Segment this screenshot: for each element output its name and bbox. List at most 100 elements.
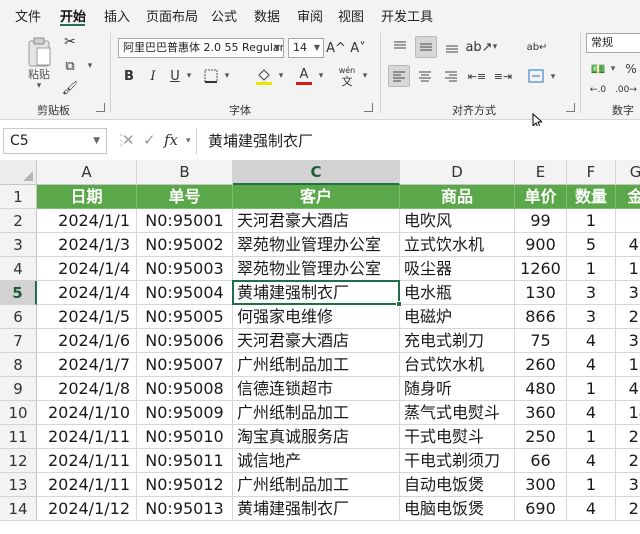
wrap-text-icon[interactable]: ab↵ xyxy=(526,36,548,58)
column-header-g[interactable]: G xyxy=(616,160,640,185)
row-header-6[interactable]: 6 xyxy=(0,305,37,329)
table-cell[interactable]: N0:95010 xyxy=(137,425,233,449)
name-box[interactable]: C5 ▼ xyxy=(3,128,107,154)
table-cell[interactable]: 何强家电维修 xyxy=(233,305,400,329)
table-cell[interactable]: 淘宝真诚服务店 xyxy=(233,425,400,449)
table-cell[interactable]: 2024/1/4 xyxy=(37,281,137,305)
table-cell[interactable]: 14 xyxy=(616,401,640,425)
align-top-icon[interactable] xyxy=(390,37,410,57)
accounting-dropdown-icon[interactable]: ▾ xyxy=(608,62,618,76)
table-cell[interactable]: 75 xyxy=(515,329,567,353)
table-cell[interactable]: 2024/1/7 xyxy=(37,353,137,377)
tab-data[interactable]: 数据 xyxy=(254,6,280,25)
row-header-7[interactable]: 7 xyxy=(0,329,37,353)
orientation-dropdown-icon[interactable]: ▾ xyxy=(490,40,500,54)
grow-font-icon[interactable]: A^ xyxy=(326,39,346,57)
table-cell[interactable]: 866 xyxy=(515,305,567,329)
shrink-font-icon[interactable]: A˅ xyxy=(350,39,366,57)
row-header-12[interactable]: 12 xyxy=(0,449,37,473)
table-cell[interactable]: 黄埔建强制衣厂 xyxy=(233,497,400,521)
fill-handle[interactable] xyxy=(396,301,402,307)
table-cell[interactable]: 电水瓶 xyxy=(400,281,515,305)
table-cell[interactable]: N0:95004 xyxy=(137,281,233,305)
increase-decimal-icon[interactable]: ←.0 xyxy=(586,81,610,99)
table-cell[interactable]: 2024/1/5 xyxy=(37,305,137,329)
tab-insert[interactable]: 插入 xyxy=(104,6,130,25)
table-cell[interactable]: 1 xyxy=(567,209,616,233)
underline-dropdown-icon[interactable]: ▾ xyxy=(184,69,194,83)
table-cell[interactable]: N0:95002 xyxy=(137,233,233,257)
table-cell[interactable]: 翠苑物业管理办公室 xyxy=(233,257,400,281)
table-cell[interactable]: N0:95001 xyxy=(137,209,233,233)
column-header-f[interactable]: F xyxy=(567,160,616,185)
borders-icon[interactable] xyxy=(202,67,220,85)
align-left-icon[interactable] xyxy=(388,65,410,87)
table-cell[interactable]: N0:95012 xyxy=(137,473,233,497)
phonetic-dropdown-icon[interactable]: ▾ xyxy=(360,69,370,83)
enter-icon[interactable]: ✓ xyxy=(143,131,156,149)
align-right-icon[interactable] xyxy=(441,66,461,86)
table-cell[interactable]: 自动电饭煲 xyxy=(400,473,515,497)
table-cell[interactable]: 2024/1/1 xyxy=(37,209,137,233)
font-launcher-icon[interactable] xyxy=(364,103,373,112)
table-cell[interactable]: 27 xyxy=(616,497,640,521)
table-cell[interactable]: 1 xyxy=(567,377,616,401)
table-cell[interactable]: 干电式剃须刀 xyxy=(400,449,515,473)
cancel-icon[interactable]: ✕ xyxy=(122,131,135,149)
row-header-3[interactable]: 3 xyxy=(0,233,37,257)
copy-icon[interactable]: ⧉ xyxy=(60,57,80,75)
table-cell[interactable]: 45 xyxy=(616,233,640,257)
table-cell[interactable]: 25 xyxy=(616,425,640,449)
merge-center-icon[interactable] xyxy=(526,66,546,86)
table-cell[interactable]: 2024/1/3 xyxy=(37,233,137,257)
table-cell[interactable]: N0:95007 xyxy=(137,353,233,377)
table-cell[interactable]: 900 xyxy=(515,233,567,257)
percent-icon[interactable]: % xyxy=(622,59,640,79)
table-cell[interactable]: 250 xyxy=(515,425,567,449)
row-header-9[interactable]: 9 xyxy=(0,377,37,401)
table-cell[interactable]: 广州纸制品加工 xyxy=(233,473,400,497)
table-cell[interactable]: 广州纸制品加工 xyxy=(233,353,400,377)
table-header-cell[interactable]: 金 xyxy=(616,185,640,209)
paste-dropdown-icon[interactable]: ▾ xyxy=(30,81,48,91)
font-color-button[interactable]: A xyxy=(294,65,314,87)
align-center-icon[interactable] xyxy=(415,66,435,86)
decrease-decimal-icon[interactable]: .00→ xyxy=(614,81,638,99)
table-cell[interactable]: N0:95005 xyxy=(137,305,233,329)
insert-function-icon[interactable]: fx xyxy=(164,131,178,149)
table-cell[interactable]: 电脑电饭煲 xyxy=(400,497,515,521)
column-header-b[interactable]: B xyxy=(137,160,233,185)
table-cell[interactable]: 2024/1/11 xyxy=(37,473,137,497)
italic-button[interactable]: I xyxy=(146,67,160,85)
table-header-cell[interactable]: 数量 xyxy=(567,185,616,209)
table-cell[interactable]: 5 xyxy=(567,233,616,257)
table-cell[interactable]: 480 xyxy=(515,377,567,401)
bold-button[interactable]: B xyxy=(122,67,136,85)
table-cell[interactable]: 690 xyxy=(515,497,567,521)
align-bottom-icon[interactable] xyxy=(442,37,462,57)
borders-dropdown-icon[interactable]: ▾ xyxy=(222,69,232,83)
copy-dropdown-icon[interactable]: ▾ xyxy=(84,59,96,73)
tab-view[interactable]: 视图 xyxy=(338,6,364,25)
table-cell[interactable]: 300 xyxy=(515,473,567,497)
table-cell[interactable]: 台式饮水机 xyxy=(400,353,515,377)
table-cell[interactable]: 12 xyxy=(616,257,640,281)
select-all-button[interactable] xyxy=(0,160,37,185)
table-cell[interactable]: 立式饮水机 xyxy=(400,233,515,257)
table-header-cell[interactable]: 日期 xyxy=(37,185,137,209)
column-header-d[interactable]: D xyxy=(400,160,515,185)
table-cell[interactable]: 电磁炉 xyxy=(400,305,515,329)
merge-dropdown-icon[interactable]: ▾ xyxy=(548,70,558,84)
table-cell[interactable]: 26 xyxy=(616,449,640,473)
tab-file[interactable]: 文件 xyxy=(15,6,41,25)
table-cell[interactable]: 1260 xyxy=(515,257,567,281)
accounting-format-icon[interactable]: 💵 xyxy=(588,59,608,79)
table-cell[interactable]: N0:95006 xyxy=(137,329,233,353)
table-cell[interactable]: 4 xyxy=(567,497,616,521)
table-cell[interactable]: 360 xyxy=(515,401,567,425)
align-middle-icon[interactable] xyxy=(415,36,437,58)
formula-input[interactable]: 黄埔建强制衣厂 xyxy=(196,128,640,154)
fx-dropdown-icon[interactable]: ▾ xyxy=(186,136,191,146)
table-cell[interactable]: 2024/1/6 xyxy=(37,329,137,353)
table-cell[interactable]: 吸尘器 xyxy=(400,257,515,281)
